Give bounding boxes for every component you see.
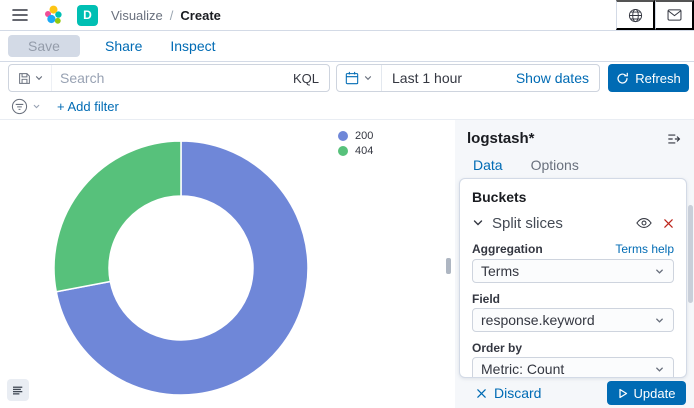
share-button[interactable]: Share	[99, 37, 148, 55]
refresh-icon	[616, 72, 629, 85]
close-icon	[476, 388, 487, 399]
update-label: Update	[634, 386, 676, 401]
breadcrumb: Visualize / Create	[111, 8, 221, 23]
refresh-label: Refresh	[635, 71, 681, 86]
refresh-button[interactable]: Refresh	[608, 64, 689, 92]
collapse-agg-chevron-icon[interactable]	[472, 217, 484, 229]
breadcrumb-separator: /	[170, 8, 174, 23]
save-button[interactable]: Save	[8, 35, 80, 57]
vis-editor-sidebar: logstash* Data Options Buckets Split sli…	[455, 120, 694, 408]
collapse-sidebar-icon[interactable]	[667, 132, 681, 146]
visualization-canvas: 200 404 logstash* Data Options	[0, 120, 694, 408]
app-header: D Visualize / Create	[0, 0, 694, 31]
update-button[interactable]: Update	[607, 381, 686, 405]
chevron-down-icon	[32, 102, 41, 111]
field-label: Field	[472, 293, 500, 305]
discard-button[interactable]: Discard	[470, 384, 547, 402]
chevron-down-icon	[654, 315, 665, 326]
sidebar-footer: Discard Update	[455, 378, 694, 408]
aggregation-select[interactable]: Terms	[472, 259, 674, 283]
legend-list-icon	[13, 385, 23, 396]
header-actions	[616, 0, 694, 30]
legend-item-200[interactable]: 200	[338, 130, 373, 142]
save-query-icon	[18, 72, 31, 85]
calendar-icon	[345, 71, 359, 85]
split-slices-row: Split slices	[472, 214, 674, 232]
help-globe-icon[interactable]	[616, 0, 655, 30]
date-picker: Last 1 hour Show dates	[336, 64, 600, 92]
panel-resize-handle[interactable]	[446, 258, 451, 274]
split-slices-label: Split slices	[492, 215, 636, 232]
chart-legend: 200 404	[338, 130, 373, 157]
filter-options-button[interactable]	[11, 98, 41, 115]
chevron-down-icon	[34, 73, 44, 83]
donut-slice-404[interactable]	[54, 141, 181, 292]
remove-agg-x-icon[interactable]	[663, 218, 674, 229]
query-bar: KQL Last 1 hour Show dates Refresh	[0, 62, 694, 94]
aggregation-label: Aggregation	[472, 243, 543, 255]
legend-dot	[338, 146, 348, 156]
order-by-label: Order by	[472, 342, 522, 354]
saved-query-menu-button[interactable]	[9, 65, 52, 91]
order-by-select[interactable]: Metric: Count	[472, 357, 674, 378]
legend-label: 200	[355, 130, 373, 142]
show-dates-button[interactable]: Show dates	[510, 69, 599, 87]
add-filter-button[interactable]: + Add filter	[51, 98, 125, 115]
toggle-legend-button[interactable]	[7, 379, 29, 401]
toggle-visibility-eye-icon[interactable]	[636, 217, 652, 229]
time-range-value[interactable]: Last 1 hour	[392, 70, 462, 86]
field-select[interactable]: response.keyword	[472, 308, 674, 332]
date-quick-select-button[interactable]	[337, 65, 382, 91]
legend-dot	[338, 131, 348, 141]
chevron-down-icon	[654, 266, 665, 277]
discard-label: Discard	[494, 385, 541, 401]
chevron-down-icon	[654, 364, 665, 375]
space-avatar[interactable]: D	[77, 5, 98, 26]
top-nav-toolbar: Save Share Inspect	[0, 31, 694, 62]
breadcrumb-visualize[interactable]: Visualize	[111, 8, 163, 23]
filter-bar: + Add filter	[0, 94, 694, 120]
breadcrumb-create: Create	[180, 8, 220, 23]
chevron-down-icon	[363, 73, 373, 83]
search-box: KQL	[8, 64, 330, 92]
inspect-button[interactable]: Inspect	[164, 37, 221, 55]
donut-chart[interactable]	[51, 138, 311, 398]
newsfeed-mail-icon[interactable]	[655, 0, 694, 30]
filter-circle-icon	[11, 98, 28, 115]
buckets-title: Buckets	[472, 189, 674, 205]
elastic-logo-icon[interactable]	[43, 5, 63, 25]
play-icon	[618, 388, 628, 399]
legend-label: 404	[355, 145, 373, 157]
menu-icon[interactable]	[10, 6, 30, 24]
index-pattern-title: logstash*	[467, 130, 535, 147]
query-language-button[interactable]: KQL	[289, 71, 329, 86]
buckets-panel: Buckets Split slices Aggregation Terms h…	[459, 178, 687, 378]
search-input[interactable]	[52, 70, 289, 86]
terms-help-link[interactable]: Terms help	[615, 242, 674, 256]
legend-item-404[interactable]: 404	[338, 145, 373, 157]
sidebar-scrollbar[interactable]	[688, 205, 693, 303]
